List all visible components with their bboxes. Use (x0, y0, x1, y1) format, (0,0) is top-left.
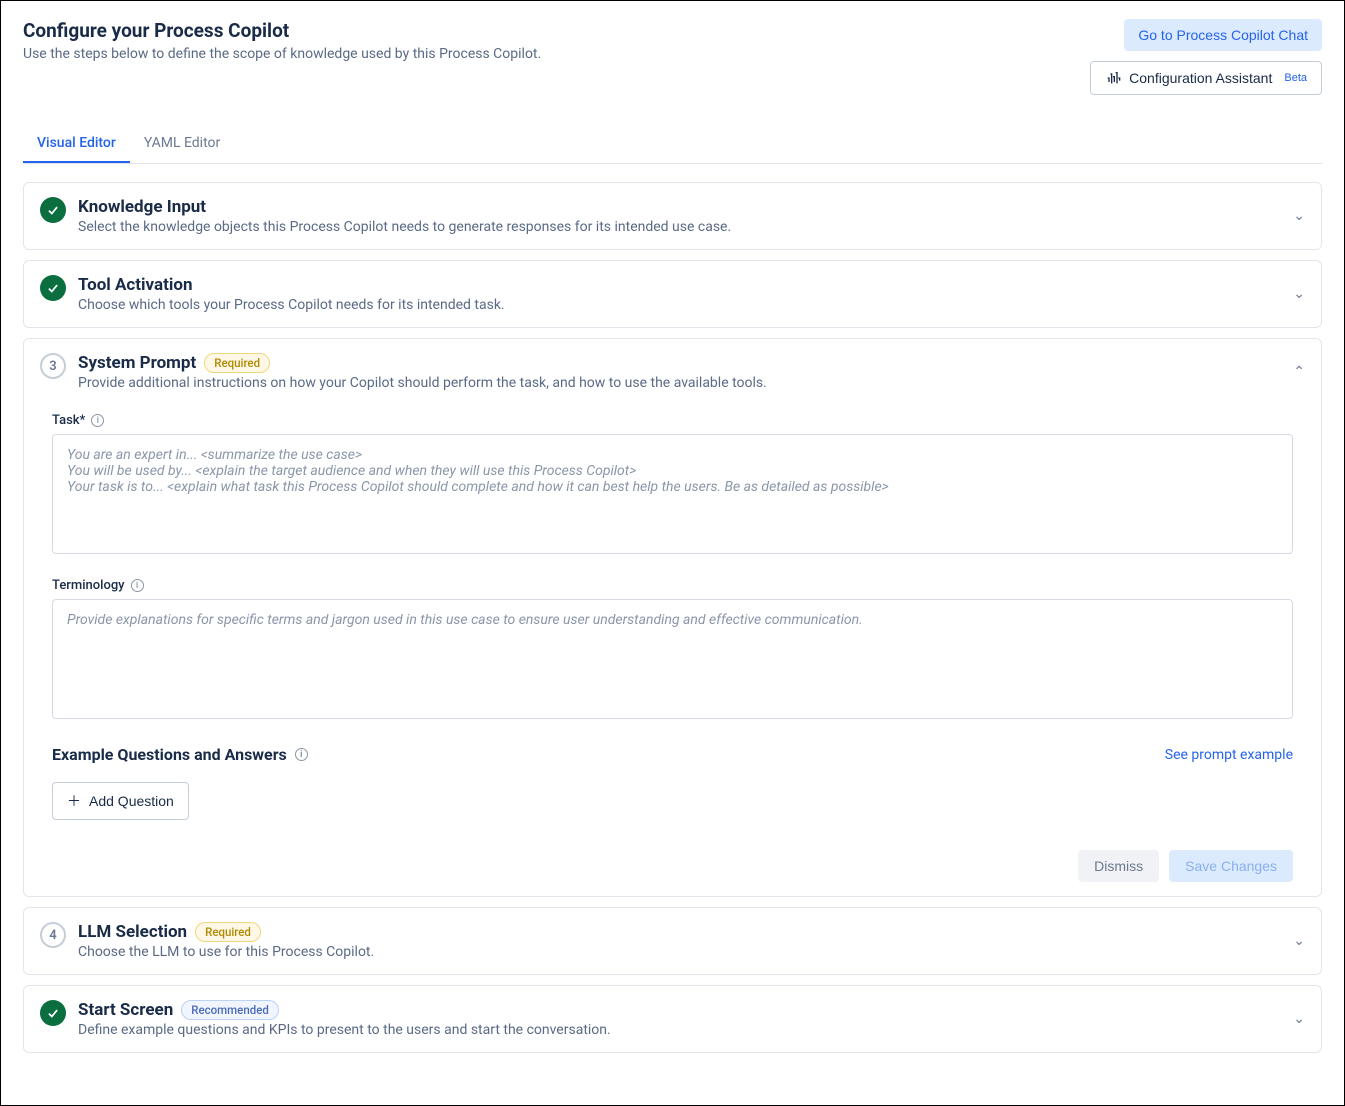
page-title: Configure your Process Copilot (23, 19, 541, 42)
info-icon[interactable]: i (131, 579, 144, 592)
task-label: Task* (52, 413, 85, 428)
chevron-down-icon[interactable]: ⌄ (1293, 286, 1305, 302)
page-subtitle: Use the steps below to define the scope … (23, 46, 541, 62)
plus-icon: ＋ (67, 791, 81, 811)
beta-badge: Beta (1284, 72, 1307, 84)
assistant-icon (1105, 70, 1121, 86)
section-system-prompt: 3 System Prompt Required Provide additio… (23, 338, 1322, 897)
knowledge-title: Knowledge Input (78, 197, 1281, 217)
start-sub: Define example questions and KPIs to pre… (78, 1022, 1281, 1038)
chevron-down-icon[interactable]: ⌄ (1293, 933, 1305, 949)
see-prompt-example-link[interactable]: See prompt example (1165, 747, 1293, 763)
terminology-textarea[interactable] (52, 599, 1293, 719)
section-start-screen[interactable]: Start Screen Recommended Define example … (23, 985, 1322, 1053)
section-knowledge-input[interactable]: Knowledge Input Select the knowledge obj… (23, 182, 1322, 250)
step-number-4: 4 (40, 922, 66, 948)
example-qa-title: Example Questions and Answers (52, 745, 287, 764)
step-complete-icon (40, 197, 66, 223)
knowledge-sub: Select the knowledge objects this Proces… (78, 219, 1281, 235)
info-icon[interactable]: i (295, 748, 308, 761)
go-to-chat-button[interactable]: Go to Process Copilot Chat (1124, 19, 1322, 51)
llm-sub: Choose the LLM to use for this Process C… (78, 944, 1281, 960)
recommended-pill: Recommended (181, 1000, 279, 1020)
step-complete-icon (40, 1000, 66, 1026)
save-changes-button[interactable]: Save Changes (1169, 850, 1293, 882)
section-llm-selection[interactable]: 4 LLM Selection Required Choose the LLM … (23, 907, 1322, 975)
editor-tabs: Visual Editor YAML Editor (23, 125, 1322, 164)
required-pill: Required (195, 922, 261, 942)
tab-visual-editor[interactable]: Visual Editor (23, 125, 130, 163)
step-complete-icon (40, 275, 66, 301)
check-icon (46, 1006, 60, 1020)
add-question-button[interactable]: ＋ Add Question (52, 782, 189, 820)
chevron-down-icon[interactable]: ⌄ (1293, 1011, 1305, 1027)
terminology-label: Terminology (52, 578, 125, 593)
system-title: System Prompt (78, 353, 196, 373)
dismiss-button[interactable]: Dismiss (1078, 850, 1159, 882)
step-number-3: 3 (40, 353, 66, 379)
chevron-up-icon[interactable]: ⌃ (1293, 364, 1305, 380)
start-title: Start Screen (78, 1000, 173, 1020)
tool-sub: Choose which tools your Process Copilot … (78, 297, 1281, 313)
llm-title: LLM Selection (78, 922, 187, 942)
required-pill: Required (204, 353, 270, 373)
check-icon (46, 281, 60, 295)
check-icon (46, 203, 60, 217)
task-textarea[interactable] (52, 434, 1293, 554)
info-icon[interactable]: i (91, 414, 104, 427)
section-tool-activation[interactable]: Tool Activation Choose which tools your … (23, 260, 1322, 328)
tool-title: Tool Activation (78, 275, 1281, 295)
configuration-assistant-button[interactable]: Configuration Assistant Beta (1090, 61, 1322, 95)
chevron-down-icon[interactable]: ⌄ (1293, 208, 1305, 224)
add-question-label: Add Question (89, 793, 174, 809)
system-sub: Provide additional instructions on how y… (78, 375, 1281, 391)
tab-yaml-editor[interactable]: YAML Editor (130, 125, 234, 163)
config-assistant-label: Configuration Assistant (1129, 70, 1272, 86)
